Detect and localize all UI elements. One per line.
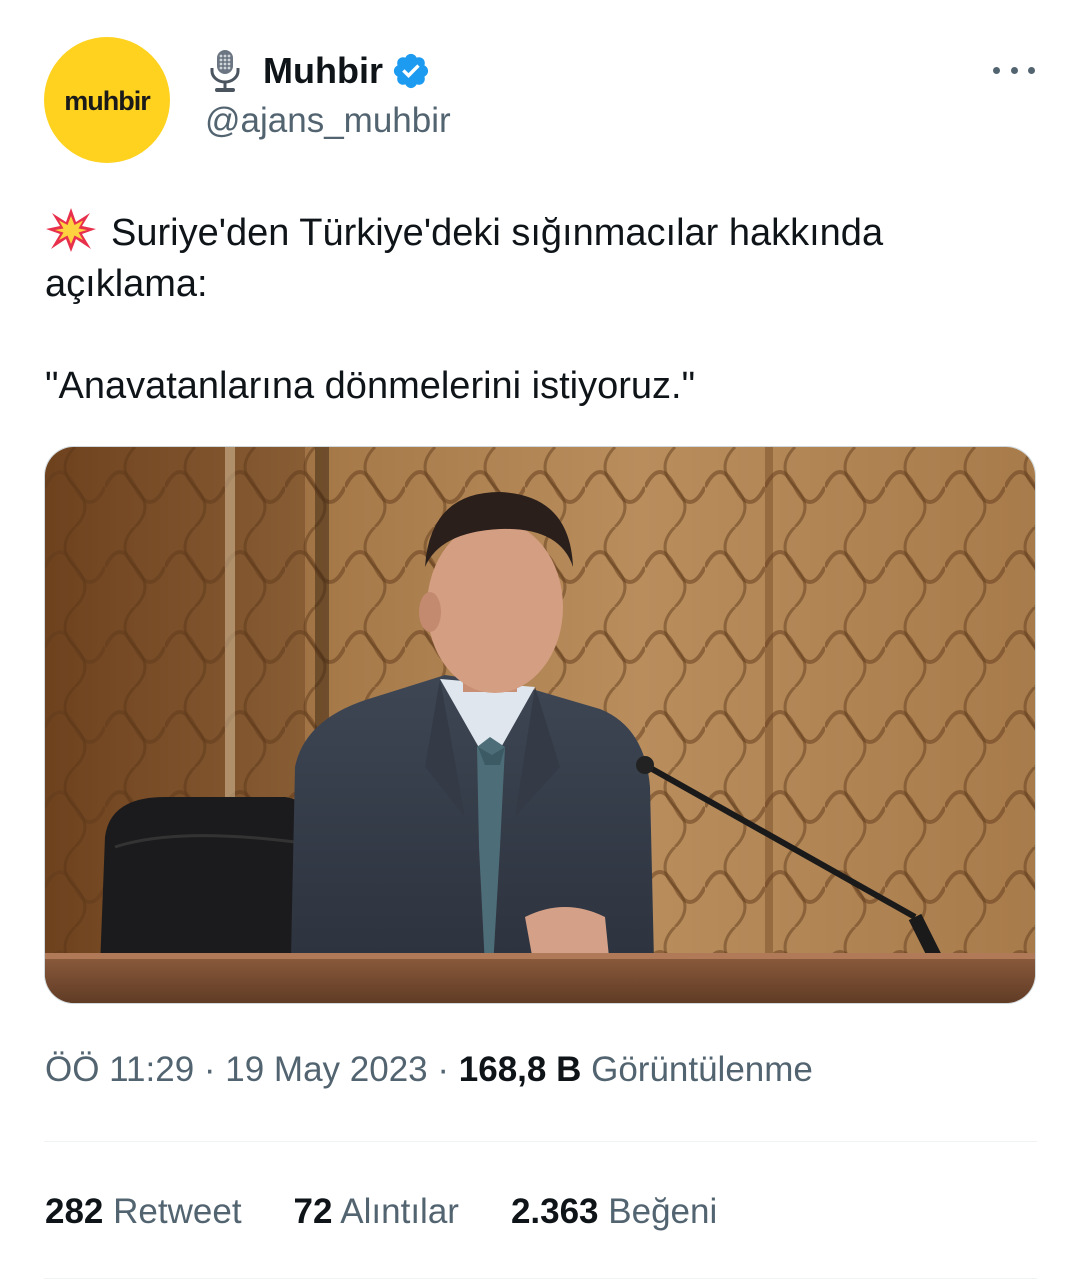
collision-icon [45, 207, 97, 253]
verified-badge-icon [391, 51, 431, 91]
display-name: Muhbir [263, 50, 383, 91]
divider [44, 1141, 1037, 1142]
likes-label: Beğeni [608, 1192, 718, 1231]
retweets-count: 282 [45, 1192, 104, 1231]
more-dots-icon[interactable] [993, 58, 1035, 82]
avatar-logo-text: muhbir [64, 85, 150, 116]
likes-stat[interactable]: 2.363 Beğeni [511, 1192, 717, 1232]
likes-count: 2.363 [510, 1192, 599, 1231]
tweet-date[interactable]: 19 May 2023 [225, 1050, 427, 1089]
studio-microphone-icon [205, 48, 245, 94]
more-dot [1028, 66, 1035, 74]
quotes-label: Alıntılar [340, 1192, 459, 1231]
retweets-label: Retweet [113, 1192, 242, 1231]
views-label: Görüntülenme [591, 1050, 813, 1089]
views-count: 168,8 B [458, 1050, 582, 1089]
quotes-stat[interactable]: 72 Alıntılar [294, 1192, 459, 1232]
tweet-meta: ÖÖ 11:29 · 19 May 2023 · 168,8 B Görüntü… [45, 1050, 813, 1090]
more-dot [993, 66, 1000, 74]
meta-separator: · [194, 1050, 226, 1089]
tweet-time[interactable]: ÖÖ 11:29 [45, 1050, 194, 1089]
retweets-stat[interactable]: 282 Retweet [45, 1192, 242, 1232]
tweet-detail: muhbir Muhbir @ajans_muhbir Suriye'den T… [0, 0, 1080, 1287]
tweet-text: Suriye'den Türkiye'deki sığınmacılar hak… [45, 207, 1045, 412]
tweet-quote: "Anavatanlarına dönmelerini istiyoruz." [45, 365, 696, 407]
author-name-row[interactable]: Muhbir [205, 46, 431, 96]
more-dot [1010, 66, 1018, 74]
tweet-text-line: Suriye'den Türkiye'deki sığınmacılar hak… [45, 212, 884, 305]
quotes-count: 72 [293, 1192, 333, 1231]
divider [44, 1278, 1037, 1279]
meta-separator: · [427, 1050, 459, 1089]
engagement-stats: 282 Retweet 72 Alıntılar 2.363 Beğeni [45, 1192, 769, 1232]
author-handle[interactable]: @ajans_muhbir [205, 101, 451, 141]
avatar[interactable]: muhbir [44, 37, 170, 163]
tweet-photo[interactable] [44, 446, 1036, 1004]
